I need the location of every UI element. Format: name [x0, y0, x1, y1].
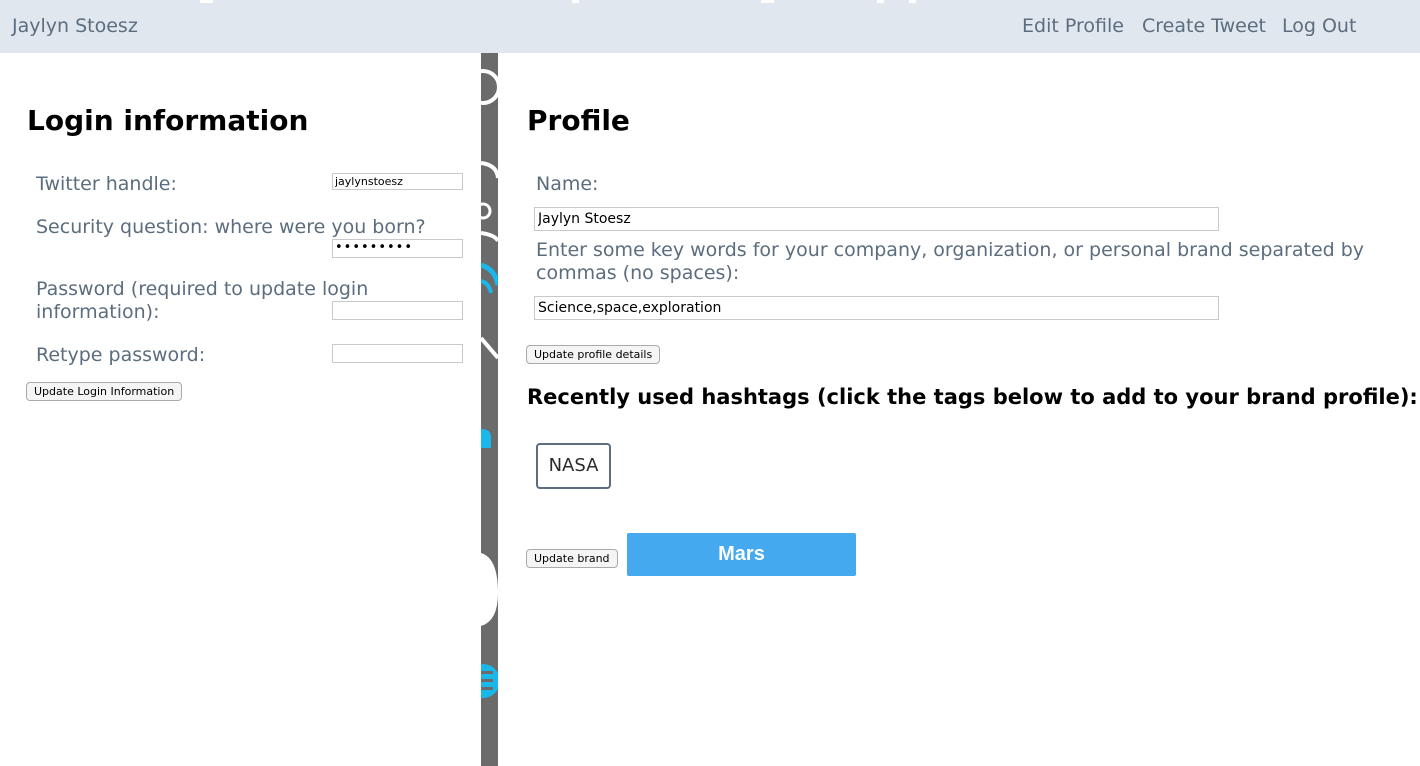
nav-log-out[interactable]: Log Out: [1282, 15, 1356, 37]
nav-create-tweet[interactable]: Create Tweet: [1142, 15, 1266, 37]
security-answer-input[interactable]: •••••••••: [332, 239, 463, 258]
update-brand-button[interactable]: Update brand: [526, 549, 618, 568]
password-input[interactable]: [332, 301, 463, 320]
twitter-handle-input[interactable]: [332, 173, 463, 190]
keywords-label: Enter some key words for your company, o…: [536, 239, 1365, 284]
retype-password-label: Retype password:: [36, 344, 206, 366]
profile-section-title: Profile: [527, 104, 630, 137]
update-login-button[interactable]: Update Login Information: [26, 382, 183, 401]
header-divider: [572, 0, 579, 3]
header-divider: [909, 0, 916, 3]
decorative-divider-strip: [481, 53, 498, 766]
security-question-label: Security question: where were you born?: [36, 216, 426, 238]
top-nav-bar: Jaylyn Stoesz Edit Profile Create Tweet …: [0, 0, 1420, 53]
brand-tag-button[interactable]: Mars: [627, 533, 856, 576]
name-label: Name:: [536, 173, 599, 195]
update-profile-details-button[interactable]: Update profile details: [526, 345, 661, 364]
twitter-handle-label: Twitter handle:: [36, 173, 177, 195]
user-name[interactable]: Jaylyn Stoesz: [12, 15, 138, 37]
hashtag-chip[interactable]: NASA: [536, 443, 611, 489]
header-divider: [877, 0, 884, 3]
recent-hashtags-heading: Recently used hashtags (click the tags b…: [527, 385, 1418, 409]
login-section-title: Login information: [27, 104, 309, 137]
nav-edit-profile[interactable]: Edit Profile: [1022, 15, 1124, 37]
background-icons-decoration: [481, 69, 498, 698]
keywords-input[interactable]: [534, 296, 1219, 320]
retype-password-input[interactable]: [332, 344, 463, 363]
header-divider: [761, 0, 774, 3]
name-input[interactable]: [534, 207, 1219, 231]
header-divider: [200, 0, 213, 3]
